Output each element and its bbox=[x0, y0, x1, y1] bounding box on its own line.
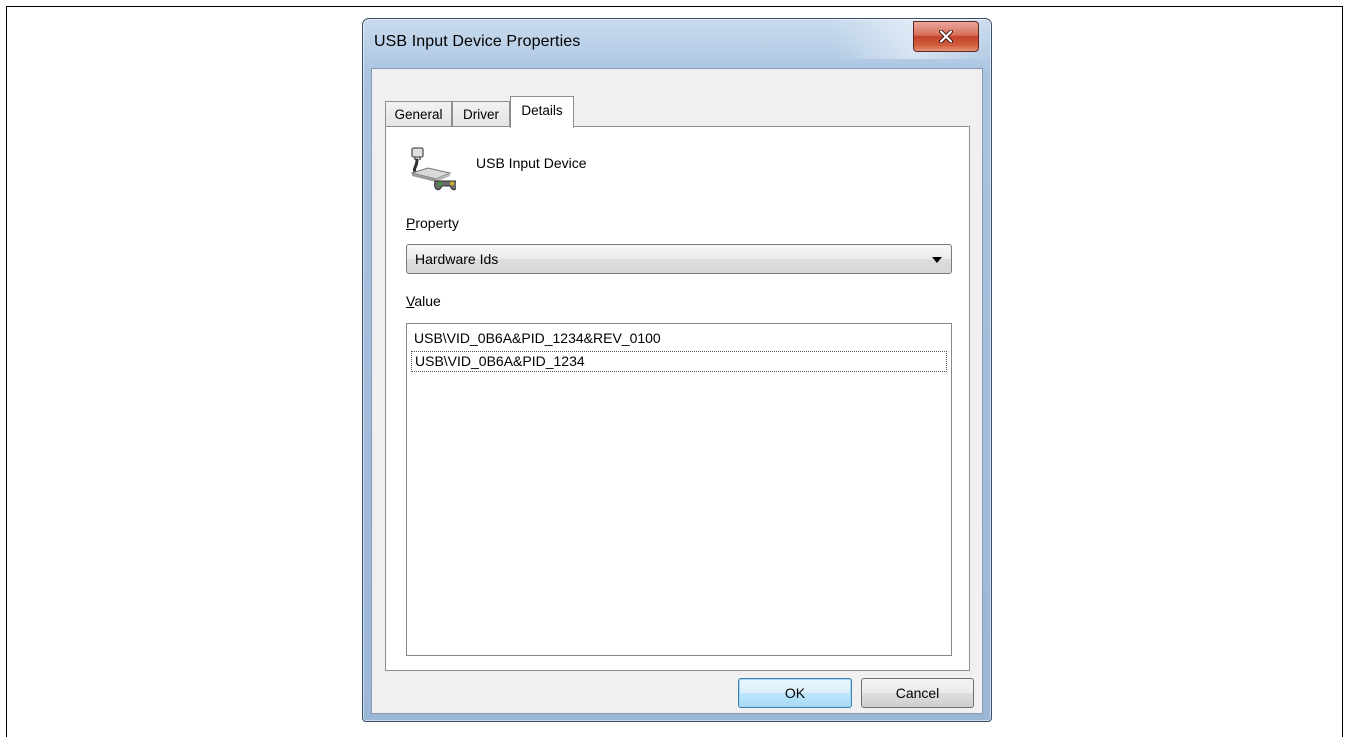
tab-general[interactable]: General bbox=[385, 101, 452, 127]
properties-dialog: USB Input Device Properties General Driv… bbox=[362, 18, 993, 722]
value-label: Value bbox=[406, 293, 441, 309]
value-list-item[interactable]: USB\VID_0B6A&PID_1234&REV_0100 bbox=[411, 329, 947, 350]
usb-gamepad-icon bbox=[410, 147, 456, 191]
tab-driver[interactable]: Driver bbox=[452, 101, 510, 127]
property-label-text: roperty bbox=[415, 215, 459, 231]
tab-details[interactable]: Details bbox=[510, 96, 574, 128]
property-label-accelerator: P bbox=[406, 215, 416, 231]
property-dropdown[interactable]: Hardware Ids bbox=[406, 244, 952, 274]
device-name: USB Input Device bbox=[476, 155, 587, 171]
title-bar[interactable]: USB Input Device Properties bbox=[363, 19, 991, 69]
close-icon bbox=[939, 30, 953, 43]
ok-button[interactable]: OK bbox=[738, 678, 852, 708]
window-title: USB Input Device Properties bbox=[374, 33, 581, 50]
cancel-button[interactable]: Cancel bbox=[861, 678, 974, 708]
dialog-client-area: General Driver Details USB Input Device … bbox=[371, 68, 983, 714]
details-panel: USB Input Device Property Hardware Ids V… bbox=[385, 126, 970, 671]
value-list-item-focused[interactable]: USB\VID_0B6A&PID_1234 bbox=[411, 351, 947, 372]
value-label-text: alue bbox=[414, 293, 441, 309]
property-selected-value: Hardware Ids bbox=[415, 251, 499, 267]
property-label: Property bbox=[406, 215, 459, 231]
close-button[interactable] bbox=[913, 21, 979, 52]
value-list[interactable]: USB\VID_0B6A&PID_1234&REV_0100 USB\VID_0… bbox=[406, 323, 952, 656]
dropdown-arrow-icon bbox=[932, 257, 942, 263]
